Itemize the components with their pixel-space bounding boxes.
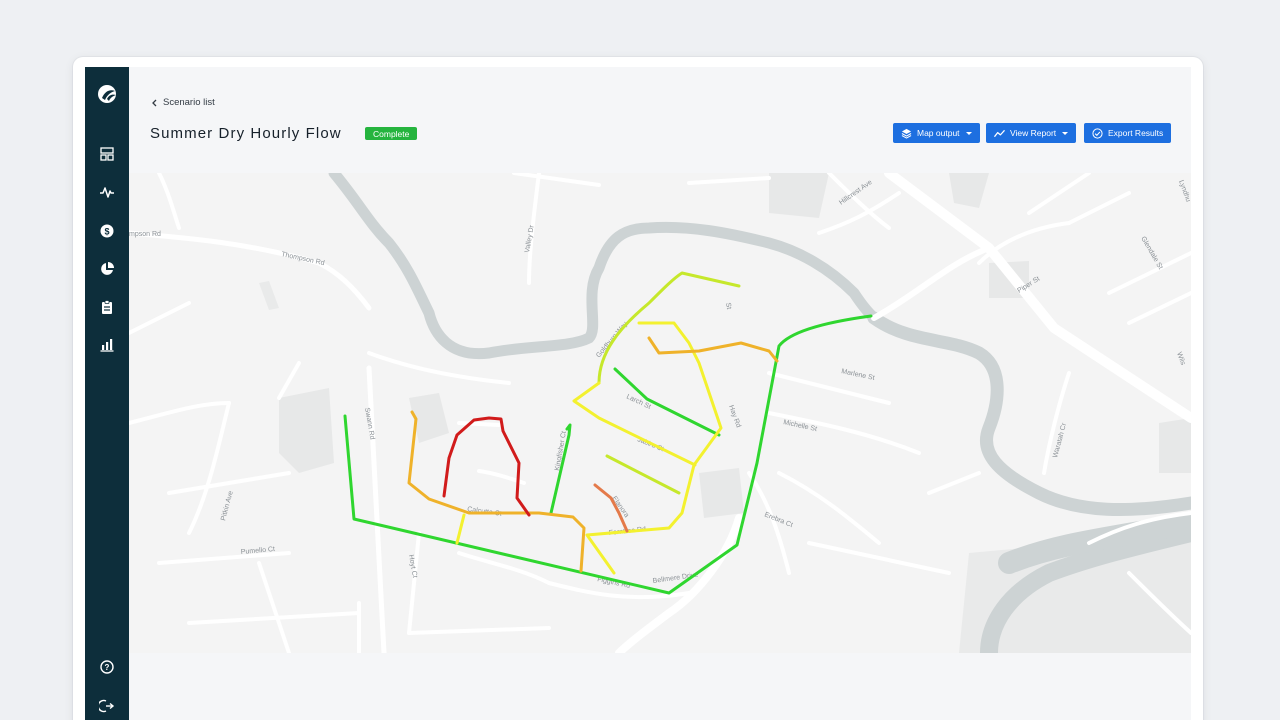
- pipe-segment[interactable]: [343, 314, 873, 595]
- pipe-segment[interactable]: [442, 416, 531, 517]
- street-label: Pitkin Ave: [220, 490, 235, 521]
- clipboard-icon: [102, 300, 112, 314]
- street-label: Valley Dr: [524, 224, 536, 253]
- map-output-label: Map output: [917, 128, 960, 138]
- logout-icon: [99, 699, 115, 713]
- sidebar-item-costs[interactable]: $: [97, 221, 117, 241]
- street-label: Thompson Rd: [281, 251, 326, 267]
- status-badge: Complete: [365, 127, 418, 140]
- street-label: Erebra Ct: [763, 511, 793, 529]
- sidebar-item-breakdown[interactable]: [97, 259, 117, 279]
- layers-icon: [901, 128, 912, 139]
- app-logo-icon[interactable]: [96, 83, 118, 105]
- export-results-button[interactable]: Export Results: [1084, 123, 1172, 143]
- back-link-label: Scenario list: [163, 97, 215, 108]
- dollar-icon: $: [100, 224, 114, 238]
- street-label: St: [724, 302, 732, 310]
- help-icon: ?: [100, 660, 114, 674]
- svg-text:$: $: [104, 226, 109, 236]
- export-results-label: Export Results: [1108, 128, 1164, 138]
- sidebar-item-activity[interactable]: [97, 182, 117, 202]
- check-circle-icon: [1092, 127, 1103, 139]
- map-canvas: mpson Rd Thompson Rd Valley Dr Hillcrest…: [129, 173, 1191, 653]
- street-label: Hay Rd: [727, 404, 742, 428]
- view-report-button[interactable]: View Report: [986, 123, 1077, 143]
- bar-chart-icon: [100, 339, 114, 352]
- street-label: mpson Rd: [129, 231, 161, 238]
- sidebar-item-tasks[interactable]: [97, 297, 117, 317]
- street-label: Marlene St: [841, 368, 876, 382]
- sidebar-item-reports[interactable]: [97, 335, 117, 355]
- chevron-down-icon: [1062, 131, 1069, 135]
- pipe-segment[interactable]: [455, 513, 466, 545]
- dashboard-icon: [100, 147, 114, 161]
- street-label: Lyndhu: [1177, 179, 1191, 203]
- app-frame: $ ? Scenario list Summer Dry Hourly Flow…: [85, 67, 1191, 720]
- chevron-down-icon: [965, 131, 972, 135]
- pipe-segment[interactable]: [605, 454, 681, 495]
- chevron-left-icon: [152, 99, 157, 106]
- trend-line-icon: [994, 129, 1005, 137]
- page-title: Summer Dry Hourly Flow: [150, 125, 342, 142]
- back-link[interactable]: Scenario list: [151, 97, 215, 108]
- sidebar-item-logout[interactable]: [97, 696, 117, 716]
- street-label: Hillcrest Ave: [838, 179, 874, 207]
- sidebar-item-dashboard[interactable]: [97, 144, 117, 164]
- street-label: Larch St: [625, 393, 652, 410]
- main-content: Scenario list Summer Dry Hourly Flow Com…: [129, 67, 1191, 720]
- view-report-label: View Report: [1010, 128, 1057, 138]
- pipe-segment[interactable]: [572, 381, 697, 467]
- app-window: $ ? Scenario list Summer Dry Hourly Flow…: [73, 57, 1203, 720]
- street-label: Glendale St: [1139, 236, 1163, 271]
- svg-text:?: ?: [105, 663, 110, 672]
- network-map[interactable]: mpson Rd Thompson Rd Valley Dr Hillcrest…: [129, 173, 1191, 653]
- sidebar: $ ?: [85, 67, 129, 720]
- sidebar-item-help[interactable]: ?: [97, 657, 117, 677]
- street-label: Wils: [1175, 351, 1186, 366]
- map-output-button[interactable]: Map output: [893, 123, 980, 143]
- pie-chart-icon: [101, 262, 114, 275]
- activity-icon: [100, 187, 114, 198]
- pipe-segment[interactable]: [647, 336, 779, 363]
